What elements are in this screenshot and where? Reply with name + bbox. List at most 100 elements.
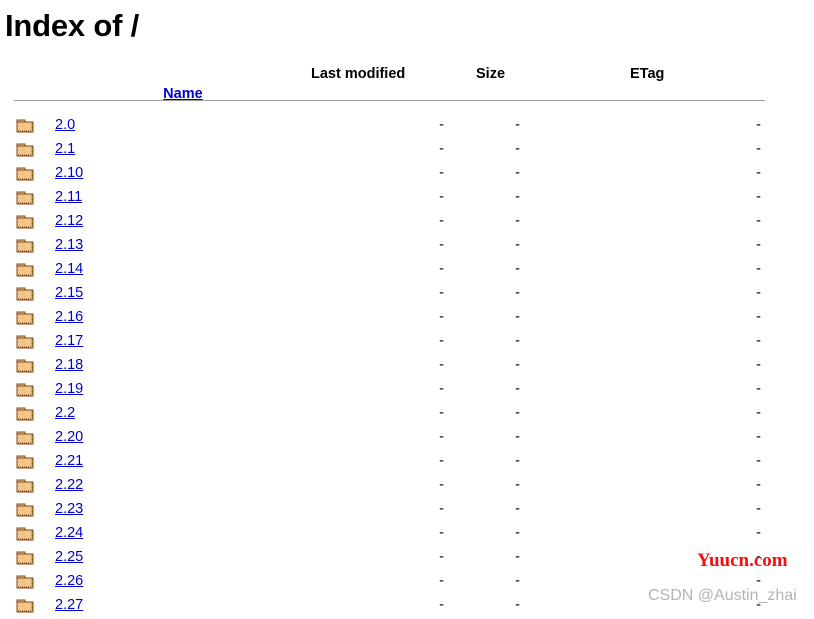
directory-link[interactable]: 2.21 [55, 452, 83, 471]
folder-icon [16, 599, 34, 613]
cell-etag: - [756, 429, 761, 445]
folder-icon [16, 119, 34, 133]
directory-link[interactable]: 2.13 [55, 236, 83, 255]
directory-link[interactable]: 2.1 [55, 140, 75, 159]
cell-last-modified: - [439, 501, 444, 517]
folder-icon [16, 527, 34, 541]
directory-link[interactable]: 2.2 [55, 404, 75, 423]
directory-link[interactable]: 2.0 [55, 116, 75, 135]
folder-icon [16, 407, 34, 421]
table-row: 2.18 - - - [0, 354, 814, 378]
table-row: 2.25- - - [0, 546, 814, 570]
folder-icon [16, 431, 34, 445]
cell-last-modified: - [439, 477, 444, 493]
table-row: 2.0 - - - [0, 114, 814, 138]
folder-icon [16, 503, 34, 517]
cell-size: - [515, 213, 520, 229]
cell-etag: - [756, 285, 761, 301]
directory-link[interactable]: 2.23 [55, 500, 83, 519]
folder-icon [16, 479, 34, 493]
folder-icon [16, 287, 34, 301]
cell-last-modified: - [439, 261, 444, 277]
directory-link[interactable]: 2.10 [55, 164, 83, 183]
cell-last-modified: - [439, 141, 444, 157]
directory-link[interactable]: 2.14 [55, 260, 83, 279]
cell-last-modified: - [439, 357, 444, 373]
cell-etag: - [756, 117, 761, 133]
table-row: 2.24 - - - [0, 522, 814, 546]
directory-link[interactable]: 2.24 [55, 524, 83, 543]
cell-size: - [515, 429, 520, 445]
directory-link[interactable]: 2.26 [55, 572, 83, 591]
header-separator-rule [14, 100, 765, 101]
cell-size: - [515, 525, 520, 541]
folder-icon [16, 143, 34, 157]
table-row: 2.12 - - - [0, 210, 814, 234]
directory-link[interactable]: 2.27 [55, 596, 83, 615]
cell-etag: - [756, 237, 761, 253]
cell-last-modified: - [439, 597, 444, 613]
cell-size: - [515, 405, 520, 421]
column-header-last-modified: Last modified [311, 66, 406, 82]
folder-icon [16, 191, 34, 205]
cell-size: - [515, 117, 520, 133]
table-row: 2.23 - - - [0, 498, 814, 522]
cell-size: - [515, 309, 520, 325]
table-row: 2.2 - - - [0, 402, 814, 426]
cell-etag: - [756, 525, 761, 541]
cell-size: - [515, 381, 520, 397]
directory-link[interactable]: 2.15 [55, 284, 83, 303]
cell-etag: - [756, 501, 761, 517]
cell-size: - [515, 333, 520, 349]
folder-icon [16, 575, 34, 589]
cell-size: - [515, 237, 520, 253]
directory-link[interactable]: 2.19 [55, 380, 83, 399]
folder-icon [16, 215, 34, 229]
folder-icon [16, 263, 34, 277]
table-row: 2.14 - - - [0, 258, 814, 282]
cell-etag: - [756, 381, 761, 397]
watermark-csdn: CSDN @Austin_zhai [648, 587, 797, 604]
cell-size: - [515, 285, 520, 301]
cell-last-modified: - [439, 429, 444, 445]
directory-link[interactable]: 2.22 [55, 476, 83, 495]
table-row: 2.20 - - - [0, 426, 814, 450]
folder-icon [16, 167, 34, 181]
directory-link[interactable]: 2.20 [55, 428, 83, 447]
directory-link[interactable]: 2.16 [55, 308, 83, 327]
cell-etag: - [756, 141, 761, 157]
page-title: Index of / [5, 8, 140, 43]
table-row: 2.21 - - - [0, 450, 814, 474]
cell-size: - [515, 597, 520, 613]
directory-link[interactable]: 2.12 [55, 212, 83, 231]
folder-icon [16, 455, 34, 469]
cell-size: - [515, 165, 520, 181]
folder-icon [16, 239, 34, 253]
table-row: 2.11 - - - [0, 186, 814, 210]
cell-etag: - [756, 309, 761, 325]
directory-link[interactable]: 2.18 [55, 356, 83, 375]
table-row: 2.16 - - - [0, 306, 814, 330]
folder-icon [16, 383, 34, 397]
cell-etag: - [756, 453, 761, 469]
folder-icon [16, 311, 34, 325]
column-header-size: Size [476, 66, 506, 82]
cell-size: - [515, 573, 520, 589]
cell-last-modified: - [439, 213, 444, 229]
table-row: 2.17 - - - [0, 330, 814, 354]
cell-last-modified: - [439, 309, 444, 325]
cell-etag: - [756, 477, 761, 493]
table-body: 2.0 - - - 2.1 - - - 2.10 - - - 2.11 - - - 2.12 - - - 2.13 - - -… [0, 114, 814, 618]
cell-size: - [515, 453, 520, 469]
cell-etag: - [756, 261, 761, 277]
directory-link[interactable]: 2.17 [55, 332, 83, 351]
table-header-row: Name Last modified Size ETag [0, 64, 814, 102]
folder-icon [16, 551, 34, 565]
cell-size: - [515, 549, 520, 565]
directory-link[interactable]: 2.25 [55, 548, 83, 567]
cell-last-modified: - [439, 453, 444, 469]
cell-size: - [515, 141, 520, 157]
column-header-etag: ETag [630, 66, 665, 82]
folder-icon [16, 335, 34, 349]
directory-link[interactable]: 2.11 [55, 188, 82, 207]
